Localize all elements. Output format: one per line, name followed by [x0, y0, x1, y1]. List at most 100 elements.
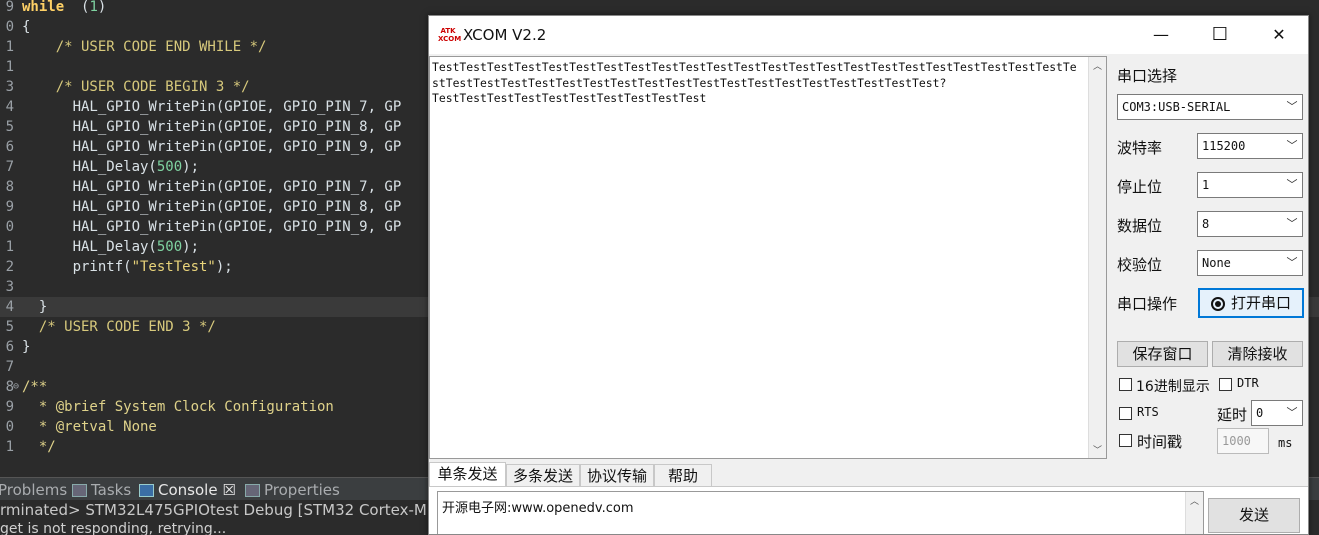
send-scrollbar[interactable]: ︿ — [1185, 492, 1203, 534]
chevron-down-icon: ﹀ — [1286, 217, 1298, 230]
line-number: 8 — [5, 179, 14, 195]
delay-select[interactable]: 0 ﹀ — [1251, 400, 1303, 426]
send-input[interactable]: 开源电子网:www.openedv.com ︿ — [437, 491, 1204, 534]
hex-display-checkbox[interactable] — [1119, 378, 1132, 391]
code-text: } — [22, 339, 31, 355]
rts-label: RTS — [1137, 405, 1159, 419]
open-port-button[interactable]: 打开串口 — [1198, 288, 1304, 318]
code-text: { — [22, 19, 31, 35]
tab-properties[interactable]: Properties — [245, 480, 340, 500]
code-text: /* USER CODE END WHILE */ — [22, 39, 267, 55]
tab-protocol-transfer[interactable]: 协议传输 — [580, 464, 654, 487]
line-number: 1 — [5, 59, 14, 75]
code-text: /* USER CODE BEGIN 3 */ — [22, 79, 250, 95]
tab-help[interactable]: 帮助 — [654, 464, 712, 487]
tab-properties-label: Properties — [264, 481, 340, 499]
ms-unit-label: ms — [1278, 436, 1293, 450]
dtr-checkbox[interactable] — [1219, 378, 1232, 391]
tab-problems[interactable]: Problems — [0, 480, 67, 500]
code-text: * @retval None — [22, 419, 157, 435]
send-mode-tabs: 单条发送 多条发送 协议传输 帮助 — [429, 462, 729, 488]
save-window-button[interactable]: 保存窗口 — [1117, 341, 1208, 367]
delay-label: 延时 — [1217, 406, 1248, 424]
code-text: */ — [22, 439, 56, 455]
chevron-down-icon: ﹀ — [1286, 178, 1298, 191]
code-text: HAL_Delay(500); — [22, 159, 200, 175]
parity-select[interactable]: None ﹀ — [1197, 250, 1303, 276]
line-number: 0 — [5, 219, 14, 235]
code-text: HAL_GPIO_WritePin(GPIOE, GPIO_PIN_8, GP — [22, 119, 402, 135]
receive-scrollbar[interactable]: ︿ ﹀ — [1088, 57, 1106, 458]
receive-text: TestTestTestTestTestTestTestTestTestTest… — [432, 60, 1077, 105]
radio-indicator-icon — [1210, 296, 1225, 311]
scroll-down-icon[interactable]: ﹀ — [1089, 443, 1106, 456]
timestamp-interval-input[interactable]: 1000 — [1217, 428, 1269, 454]
line-number: 4 — [5, 99, 14, 115]
tab-problems-label: Problems — [0, 481, 68, 499]
data-bits-label: 数据位 — [1117, 217, 1163, 235]
tab-console[interactable]: Console ☒ — [139, 480, 236, 500]
properties-icon — [245, 484, 260, 497]
stop-bits-value: 1 — [1202, 178, 1210, 192]
title-bar[interactable]: ATK XCOM XCOM V2.2 — ☐ ✕ — [429, 16, 1308, 54]
chevron-down-icon: ﹀ — [1286, 256, 1298, 269]
send-panel: 开源电子网:www.openedv.com ︿ 发送 — [429, 486, 1308, 534]
tab-multi-send[interactable]: 多条发送 — [506, 464, 580, 487]
line-number: 3 — [5, 79, 14, 95]
scroll-up-icon[interactable]: ︿ — [1089, 59, 1106, 72]
stop-bits-select[interactable]: 1 ﹀ — [1197, 172, 1303, 198]
line-number: 6 — [5, 339, 14, 355]
chevron-down-icon: ﹀ — [1286, 100, 1298, 113]
hex-display-label: 16进制显示 — [1136, 379, 1210, 395]
tab-tasks[interactable]: Tasks — [72, 480, 131, 500]
port-operation-label: 串口操作 — [1117, 295, 1178, 313]
line-number: 5 — [5, 319, 14, 335]
code-text: /** — [22, 379, 48, 395]
code-text: * @brief System Clock Configuration — [22, 399, 334, 415]
port-select[interactable]: COM3:USB-SERIAL ﹀ — [1117, 94, 1303, 120]
line-number: 4 — [5, 299, 14, 315]
timestamp-checkbox[interactable] — [1119, 434, 1132, 447]
scroll-up-icon[interactable]: ︿ — [1186, 494, 1203, 507]
maximize-button[interactable]: ☐ — [1191, 16, 1249, 54]
rts-checkbox[interactable] — [1119, 407, 1132, 420]
port-select-label: 串口选择 — [1117, 67, 1178, 85]
minimize-button[interactable]: — — [1132, 16, 1190, 54]
parity-label: 校验位 — [1117, 256, 1163, 274]
close-button[interactable]: ✕ — [1250, 16, 1308, 54]
send-button[interactable]: 发送 — [1208, 498, 1300, 533]
clear-receive-button[interactable]: 清除接收 — [1212, 341, 1303, 367]
line-number: 7 — [5, 359, 14, 375]
code-text: HAL_GPIO_WritePin(GPIOE, GPIO_PIN_9, GP — [22, 139, 402, 155]
code-text: HAL_GPIO_WritePin(GPIOE, GPIO_PIN_7, GP — [22, 99, 402, 115]
xcom-window: ATK XCOM XCOM V2.2 — ☐ ✕ TestTestTestTes… — [428, 15, 1309, 535]
open-port-label: 打开串口 — [1230, 294, 1291, 312]
app-logo-bottom: XCOM — [438, 35, 462, 43]
tab-tasks-label: Tasks — [91, 481, 132, 499]
line-number: 1 — [5, 439, 14, 455]
receive-area[interactable]: TestTestTestTestTestTestTestTestTestTest… — [429, 56, 1107, 459]
code-text: HAL_GPIO_WritePin(GPIOE, GPIO_PIN_9, GP — [22, 219, 402, 235]
code-text: printf("TestTest"); — [22, 259, 233, 275]
baud-select[interactable]: 115200 ﹀ — [1197, 133, 1303, 159]
window-title: XCOM V2.2 — [463, 26, 547, 44]
app-logo-top: ATK — [440, 27, 456, 35]
code-text: /* USER CODE END 3 */ — [22, 319, 216, 335]
line-number: 9 — [5, 199, 14, 215]
line-number: 0 — [5, 419, 14, 435]
line-number: 7 — [5, 159, 14, 175]
baud-select-value: 115200 — [1202, 139, 1246, 153]
data-bits-select[interactable]: 8 ﹀ — [1197, 211, 1303, 237]
tab-single-send[interactable]: 单条发送 — [429, 462, 506, 488]
chevron-down-icon: ﹀ — [1286, 406, 1298, 419]
line-number: 0 — [5, 19, 14, 35]
code-text: } — [22, 299, 48, 315]
code-text: HAL_GPIO_WritePin(GPIOE, GPIO_PIN_8, GP — [22, 199, 402, 215]
app-logo-icon: ATK XCOM — [438, 27, 462, 45]
line-number: 1 — [5, 39, 14, 55]
chevron-down-icon: ﹀ — [1286, 139, 1298, 152]
line-number: 9 — [5, 0, 14, 15]
line-number: 1 — [5, 239, 14, 255]
send-input-text: 开源电子网:www.openedv.com — [442, 501, 634, 516]
line-number: 6 — [5, 139, 14, 155]
